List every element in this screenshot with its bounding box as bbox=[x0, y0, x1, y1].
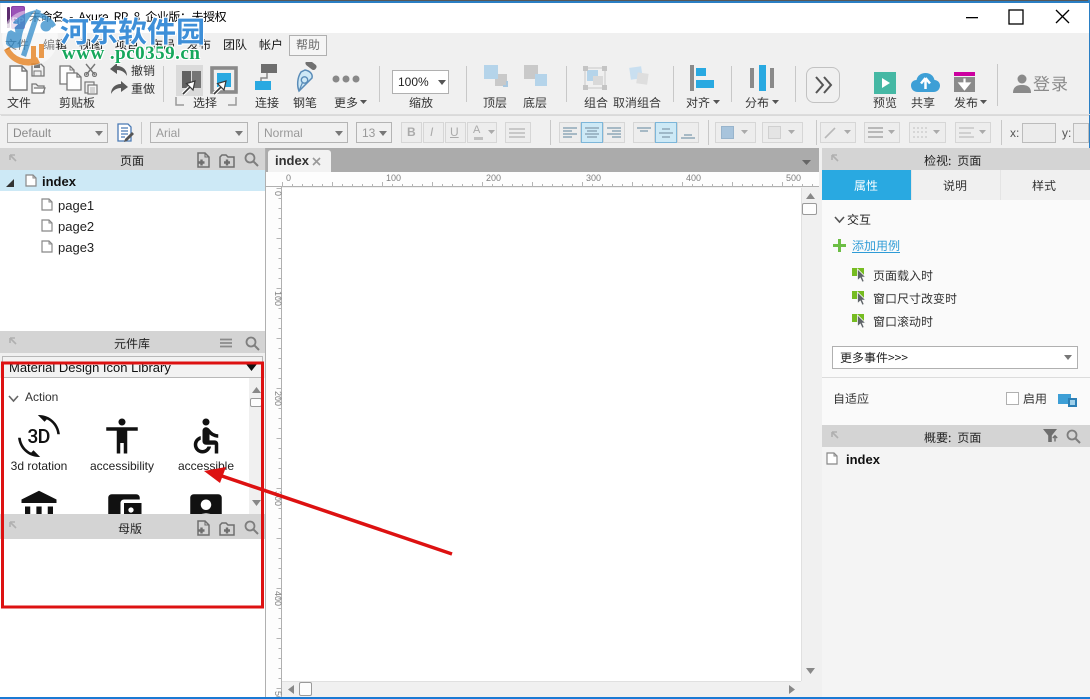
svg-text:500: 500 bbox=[786, 173, 801, 183]
svg-text:200: 200 bbox=[273, 391, 282, 406]
svg-text:500: 500 bbox=[273, 691, 282, 697]
svg-text:400: 400 bbox=[686, 173, 701, 183]
svg-text:200: 200 bbox=[486, 173, 501, 183]
svg-text:RP: RP bbox=[12, 16, 25, 26]
svg-text:0: 0 bbox=[286, 173, 291, 183]
svg-text:300: 300 bbox=[586, 173, 601, 183]
svg-text:100: 100 bbox=[386, 173, 401, 183]
svg-text:300: 300 bbox=[273, 491, 282, 506]
svg-text:100: 100 bbox=[273, 291, 282, 306]
svg-text:400: 400 bbox=[273, 591, 282, 606]
svg-text:0: 0 bbox=[273, 191, 282, 196]
